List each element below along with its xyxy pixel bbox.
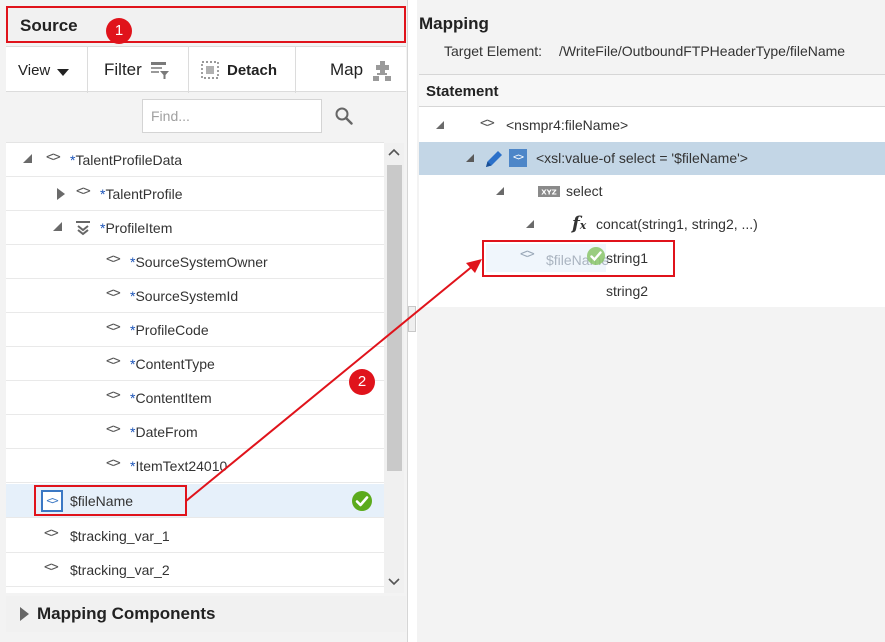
find-bar bbox=[6, 93, 384, 143]
tree-node-contentitem[interactable]: <> *ContentItem bbox=[6, 381, 384, 415]
function-icon: fx bbox=[572, 213, 587, 234]
expanded-twisty-icon[interactable] bbox=[466, 154, 474, 162]
element-icon: <> bbox=[46, 150, 61, 165]
view-menu-button[interactable]: View bbox=[6, 47, 86, 93]
svg-text:XYZ: XYZ bbox=[541, 189, 557, 197]
detach-icon bbox=[201, 61, 219, 79]
statement-node-concat[interactable]: fx concat(string1, string2, ...) bbox=[419, 208, 885, 241]
mapped-check-icon bbox=[352, 491, 372, 511]
statement-node-value-of[interactable]: <> <xsl:value-of select = '$fileName'> bbox=[419, 142, 885, 175]
element-icon: <> bbox=[106, 388, 121, 403]
source-title: Source bbox=[20, 16, 78, 35]
repeating-element-icon bbox=[76, 221, 90, 236]
expanded-twisty-icon[interactable] bbox=[23, 154, 32, 163]
map-add-icon bbox=[373, 61, 391, 81]
view-label: View bbox=[18, 62, 51, 79]
tree-node-label: SourceSystemOwner bbox=[135, 254, 268, 270]
source-toolbar: View Filter Detach Map bbox=[6, 46, 406, 93]
tree-node-label: $tracking_var_1 bbox=[70, 528, 170, 544]
tree-node-label: DateFrom bbox=[135, 424, 198, 440]
tree-node-contenttype[interactable]: <> *ContentType bbox=[6, 347, 384, 381]
tree-node-profileitem[interactable]: *ProfileItem bbox=[6, 211, 384, 245]
filter-icon bbox=[151, 62, 169, 79]
element-icon: <> bbox=[106, 456, 121, 471]
expanded-twisty-icon[interactable] bbox=[496, 187, 504, 195]
element-icon: <> bbox=[106, 286, 121, 301]
find-input[interactable] bbox=[142, 99, 322, 133]
statement-node-label: string2 bbox=[606, 283, 649, 299]
caret-down-icon bbox=[57, 69, 69, 76]
source-node-highlight bbox=[34, 485, 187, 516]
tree-node-sourcesystemid[interactable]: <> *SourceSystemId bbox=[6, 279, 384, 313]
tree-node-datefrom[interactable]: <> *DateFrom bbox=[6, 415, 384, 449]
source-tree: <> *TalentProfileData <> *TalentProfile … bbox=[6, 93, 384, 593]
tree-node-talentprofiledata[interactable]: <> *TalentProfileData bbox=[6, 143, 384, 177]
target-element-label: Target Element: bbox=[444, 43, 543, 59]
drop-target-highlight bbox=[482, 240, 675, 277]
xyz-select-icon: XYZ bbox=[538, 186, 560, 197]
collapsed-twisty-icon[interactable] bbox=[20, 607, 29, 621]
tree-node-label: TalentProfile bbox=[105, 186, 183, 202]
element-icon: <> bbox=[44, 526, 59, 541]
mapping-components-section[interactable]: Mapping Components bbox=[6, 596, 406, 632]
statement-node-label: select bbox=[566, 183, 603, 199]
element-icon: <> bbox=[480, 116, 495, 131]
expanded-twisty-icon[interactable] bbox=[436, 121, 444, 129]
statement-node-label: <xsl:value-of select = '$fileName'> bbox=[536, 150, 748, 166]
element-icon: <> bbox=[106, 354, 121, 369]
statement-node-string2[interactable]: string2 bbox=[419, 275, 885, 308]
xsl-element-icon: <> bbox=[509, 149, 527, 167]
tree-node-label: ProfileItem bbox=[105, 220, 173, 236]
detach-label: Detach bbox=[227, 62, 278, 79]
element-icon: <> bbox=[106, 422, 121, 437]
scroll-up-icon[interactable] bbox=[388, 147, 400, 157]
collapsed-twisty-icon[interactable] bbox=[57, 188, 65, 200]
tree-node-label: ContentItem bbox=[135, 390, 212, 406]
tree-node-label: ItemText24010 bbox=[135, 458, 228, 474]
mapping-components-label: Mapping Components bbox=[37, 604, 216, 623]
tree-node-sourcesystemowner[interactable]: <> *SourceSystemOwner bbox=[6, 245, 384, 279]
edit-pencil-icon[interactable] bbox=[483, 148, 505, 170]
statement-node-select[interactable]: XYZ select bbox=[419, 175, 885, 208]
scroll-down-icon[interactable] bbox=[388, 577, 400, 587]
statement-node-target-element[interactable]: <> <nsmpr4:fileName> bbox=[419, 109, 885, 142]
filter-button[interactable]: Filter bbox=[88, 47, 188, 93]
element-icon: <> bbox=[106, 320, 121, 335]
detach-button[interactable]: Detach bbox=[189, 47, 295, 93]
expanded-twisty-icon[interactable] bbox=[53, 222, 62, 231]
annotation-badge-2: 2 bbox=[349, 369, 375, 395]
tree-node-tracking-var-1[interactable]: <> $tracking_var_1 bbox=[6, 519, 384, 553]
search-icon[interactable] bbox=[335, 107, 353, 125]
filter-label: Filter bbox=[104, 60, 142, 79]
element-icon: <> bbox=[44, 560, 59, 575]
tree-scroll-thumb[interactable] bbox=[387, 165, 402, 471]
target-element-path: /WriteFile/OutboundFTPHeaderType/fileNam… bbox=[559, 43, 846, 59]
element-icon: <> bbox=[76, 184, 91, 199]
statement-node-label: <nsmpr4:fileName> bbox=[506, 117, 629, 133]
tree-node-talentprofile[interactable]: <> *TalentProfile bbox=[6, 177, 384, 211]
statement-node-label: concat(string1, string2, ...) bbox=[596, 216, 758, 232]
tree-node-label: ContentType bbox=[135, 356, 215, 372]
tree-node-label: TalentProfileData bbox=[75, 152, 183, 168]
tree-node-label: ProfileCode bbox=[135, 322, 209, 338]
annotation-badge-1: 1 bbox=[106, 18, 132, 44]
mapping-title: Mapping bbox=[419, 14, 489, 33]
tree-node-label: SourceSystemId bbox=[135, 288, 239, 304]
map-button[interactable]: Map bbox=[296, 47, 406, 93]
expanded-twisty-icon[interactable] bbox=[526, 220, 534, 228]
panel-splitter[interactable] bbox=[408, 306, 416, 332]
statement-title: Statement bbox=[426, 83, 499, 100]
map-label: Map bbox=[330, 60, 364, 79]
tree-node-tracking-var-2[interactable]: <> $tracking_var_2 bbox=[6, 553, 384, 587]
source-header: Source 1 bbox=[6, 6, 406, 44]
tree-node-label: $tracking_var_2 bbox=[70, 562, 170, 578]
tree-node-profilecode[interactable]: <> *ProfileCode bbox=[6, 313, 384, 347]
element-icon: <> bbox=[106, 252, 121, 267]
tree-node-itemtext24010[interactable]: <> *ItemText24010 bbox=[6, 449, 384, 483]
